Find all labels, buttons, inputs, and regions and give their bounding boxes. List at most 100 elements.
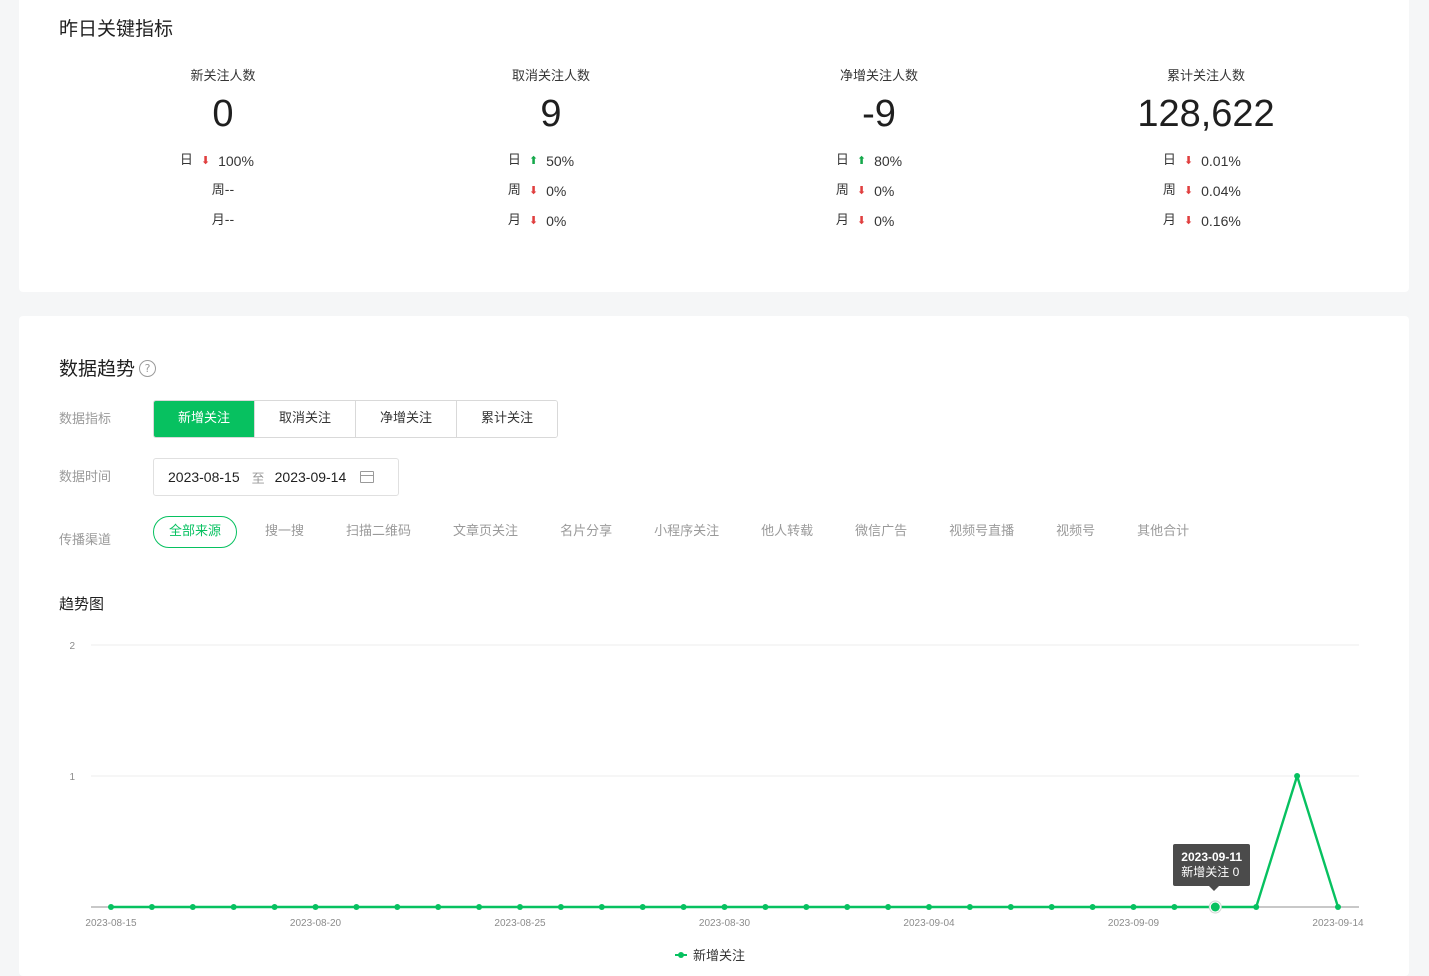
compare-period: 周	[835, 183, 849, 198]
metric-value: 128,622	[1137, 93, 1275, 135]
compare-period: 日	[835, 153, 849, 168]
arrow-down-icon: ⬇	[856, 214, 867, 227]
data-point	[230, 904, 237, 910]
data-point	[639, 904, 646, 910]
metric-label: 新关注人数	[190, 69, 256, 84]
arrow-down-icon: ⬇	[1183, 154, 1194, 167]
metric-label: 净增关注人数	[839, 69, 918, 84]
data-point	[721, 904, 728, 910]
data-point	[394, 904, 401, 910]
metric-compare-row: 日 ⬇ 100%	[103, 146, 343, 176]
metric-net-followers: 净增关注人数 -9 日 ⬆ 80% 周 ⬇ 0% 月 ⬇ 0%	[759, 68, 999, 236]
compare-percent: 0.04%	[1201, 183, 1241, 199]
chart-tooltip: 2023-09-11 新增关注 0	[1173, 844, 1251, 891]
metric-rows: 日 ⬇ 0.01% 周 ⬇ 0.04% 月 ⬇ 0.16%	[1086, 146, 1326, 236]
compare-percent: 0.16%	[1201, 213, 1241, 229]
key-metrics-title: 昨日关键指标	[59, 18, 174, 40]
metric-compare-row: 周--	[103, 176, 343, 206]
metric-value: -9	[862, 93, 896, 135]
data-point	[1335, 904, 1341, 910]
metric-value: 9	[540, 93, 562, 135]
data-point	[1007, 904, 1014, 910]
metric-rows: 日 ⬇ 100% 周-- 月--	[103, 146, 343, 236]
compare-period: 月	[1162, 213, 1176, 228]
metric-new-followers: 新关注人数 0 日 ⬇ 100% 周-- 月--	[103, 68, 343, 236]
data-point	[148, 904, 155, 910]
arrow-down-icon: ⬇	[200, 154, 211, 167]
data-point	[926, 904, 932, 910]
arrow-down-icon: ⬇	[1183, 214, 1194, 227]
legend-label: 新增关注	[693, 949, 746, 964]
tooltip-value: 新增关注 0	[1181, 865, 1240, 879]
compare-period: 月	[507, 213, 521, 228]
series-line	[111, 774, 1340, 909]
compare-percent: 0%	[546, 213, 567, 229]
compare-period: 月	[835, 213, 849, 228]
x-tick-label: 2023-08-15	[85, 918, 137, 929]
x-tick-label: 2023-08-25	[494, 918, 546, 929]
data-point	[353, 904, 360, 910]
data-point	[762, 904, 769, 910]
compare-period: 日	[1162, 153, 1176, 168]
compare-percent: 0.01%	[1201, 153, 1241, 169]
data-point	[1210, 902, 1220, 912]
data-point	[885, 904, 892, 910]
compare-percent: 100%	[218, 153, 254, 169]
compare-percent: 50%	[546, 153, 575, 169]
data-point	[1048, 904, 1055, 910]
compare-percent: 0%	[874, 183, 895, 199]
data-point	[435, 904, 442, 910]
data-point	[1089, 904, 1096, 910]
metric-label: 取消关注人数	[511, 69, 590, 84]
compare-percent: 0%	[874, 213, 895, 229]
metric-compare-row: 日 ⬆ 50%	[431, 146, 671, 176]
metric-compare-row: 周 ⬇ 0%	[431, 176, 671, 206]
metric-compare-row: 周 ⬇ 0.04%	[1086, 176, 1326, 206]
data-point	[189, 904, 196, 910]
metric-compare-row: 周 ⬇ 0%	[759, 176, 999, 206]
compare-period: 周--	[211, 183, 235, 198]
data-point	[517, 904, 523, 910]
data-point	[476, 904, 483, 910]
tooltip-date: 2023-09-11	[1181, 850, 1243, 864]
data-point	[1253, 904, 1260, 910]
data-point	[1130, 904, 1137, 910]
legend-marker-icon	[675, 950, 687, 960]
compare-period: 日	[507, 153, 521, 168]
metric-rows: 日 ⬆ 50% 周 ⬇ 0% 月 ⬇ 0%	[431, 146, 671, 236]
data-point	[108, 904, 114, 910]
chart-legend[interactable]: 新增关注	[675, 945, 745, 964]
metric-compare-row: 月--	[103, 206, 343, 236]
compare-period: 月--	[211, 213, 235, 228]
arrow-down-icon: ⬇	[528, 184, 539, 197]
compare-period: 周	[1162, 183, 1176, 198]
arrow-down-icon: ⬇	[528, 214, 539, 227]
metric-label: 累计关注人数	[1166, 69, 1245, 84]
x-tick-label: 2023-09-04	[903, 918, 955, 929]
metric-compare-row: 日 ⬆ 80%	[759, 146, 999, 176]
data-point	[680, 904, 687, 910]
data-point	[598, 904, 605, 910]
data-point	[966, 904, 973, 910]
x-tick-label: 2023-08-20	[290, 918, 342, 929]
data-point	[557, 904, 564, 910]
metric-total-followers: 累计关注人数 128,622 日 ⬇ 0.01% 周 ⬇ 0.04% 月 ⬇ 0.16%	[1086, 68, 1326, 236]
x-tick-label: 2023-08-30	[699, 918, 751, 929]
metric-unfollows: 取消关注人数 9 日 ⬆ 50% 周 ⬇ 0% 月 ⬇ 0%	[431, 68, 671, 236]
arrow-up-icon: ⬆	[528, 154, 539, 167]
key-metrics-card: 昨日关键指标 新关注人数 0 日 ⬇ 100% 周-- 月-- 取消关注人数 9 日 ⬆ 5…	[19, 0, 1409, 292]
data-point	[312, 904, 319, 910]
data-point	[844, 904, 851, 910]
compare-period: 周	[507, 183, 521, 198]
metric-compare-row: 月 ⬇ 0%	[431, 206, 671, 236]
data-point	[271, 904, 278, 910]
arrow-up-icon: ⬆	[856, 154, 867, 167]
metric-compare-row: 月 ⬇ 0%	[759, 206, 999, 236]
compare-period: 日	[179, 153, 193, 168]
y-tick-label: 2	[69, 641, 75, 652]
y-tick-label: 1	[69, 772, 75, 783]
x-tick-label: 2023-09-09	[1108, 918, 1160, 929]
data-point	[803, 904, 810, 910]
metric-rows: 日 ⬆ 80% 周 ⬇ 0% 月 ⬇ 0%	[759, 146, 999, 236]
arrow-down-icon: ⬇	[856, 184, 867, 197]
